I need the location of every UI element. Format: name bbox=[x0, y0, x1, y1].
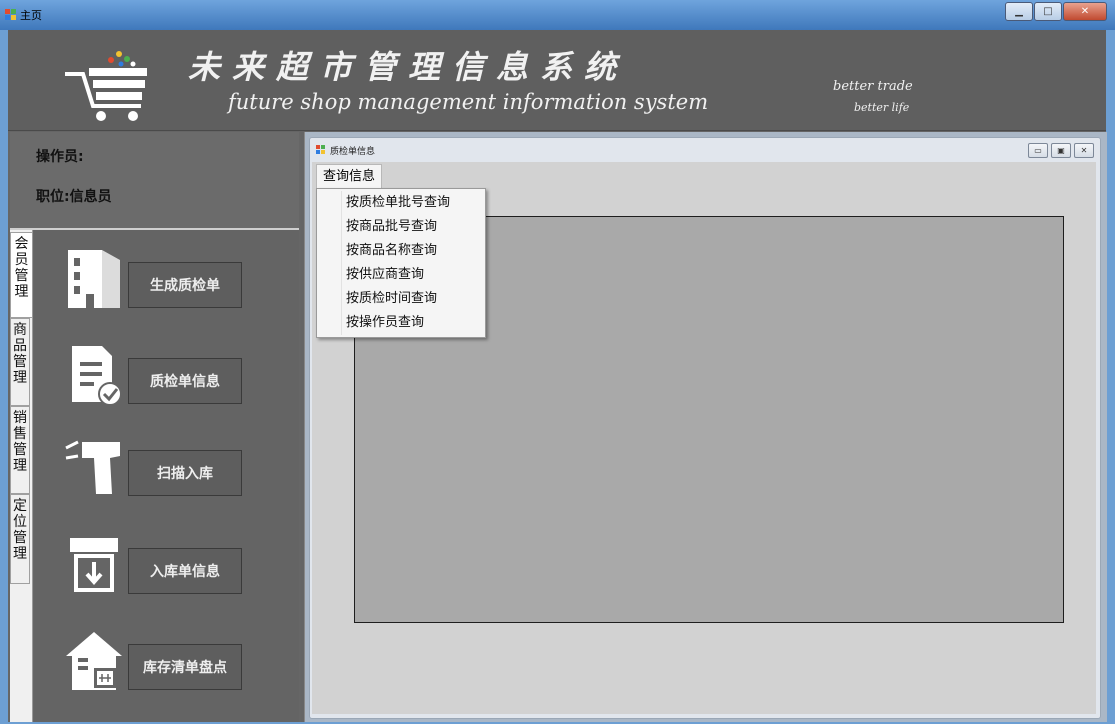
main-client: 未来超市管理信息系统 future shop management inform… bbox=[8, 30, 1107, 722]
header-banner: 未来超市管理信息系统 future shop management inform… bbox=[8, 30, 1106, 131]
tab-product-management[interactable]: 商品管理 bbox=[10, 318, 30, 406]
system-title-en: future shop management information syste… bbox=[228, 90, 709, 114]
close-button[interactable]: ✕ bbox=[1063, 2, 1107, 21]
left-panel: 操作员: 职位:信息员 会员管理 商品管理 销售管理 定位管理 生成质检单 质检… bbox=[8, 132, 301, 722]
tab-member-management[interactable]: 会员管理 bbox=[10, 232, 32, 318]
nav-item-inventory-check: 库存清单盘点 bbox=[64, 624, 284, 704]
nav-item-qc-info: 质检单信息 bbox=[64, 338, 284, 418]
maximize-button[interactable]: □ bbox=[1034, 2, 1062, 21]
minimize-button[interactable]: ▁ bbox=[1005, 2, 1033, 21]
tab-location-management[interactable]: 定位管理 bbox=[10, 494, 30, 584]
child-window: 质检单信息 ▭ ▣ ✕ 查询信息 按质检单批号查询 按商品批号查询 按商品名称查… bbox=[309, 137, 1101, 719]
app-icon bbox=[5, 9, 17, 20]
menu-item-by-product-batch[interactable]: 按商品批号查询 bbox=[317, 215, 485, 239]
shopping-cart-icon bbox=[65, 51, 147, 121]
qc-info-button[interactable]: 质检单信息 bbox=[128, 358, 242, 404]
scan-stock-in-button[interactable]: 扫描入库 bbox=[128, 450, 242, 496]
operator-name-label: 操作员: bbox=[36, 149, 84, 165]
nav-item-generate-qc: 生成质检单 bbox=[64, 242, 284, 322]
slogan-line-1: better trade bbox=[833, 79, 913, 94]
menu-item-by-qc-batch[interactable]: 按质检单批号查询 bbox=[317, 191, 485, 215]
building-icon bbox=[68, 250, 120, 308]
menu-item-by-product-name[interactable]: 按商品名称查询 bbox=[317, 239, 485, 263]
nav-item-scan-stock-in: 扫描入库 bbox=[64, 430, 284, 510]
scanner-icon bbox=[65, 440, 120, 494]
system-title-cn: 未来超市管理信息系统 bbox=[188, 48, 629, 86]
child-titlebar: 质检单信息 ▭ ▣ ✕ bbox=[310, 138, 1100, 160]
child-restore-button[interactable]: ▣ bbox=[1051, 143, 1071, 158]
document-check-icon bbox=[72, 346, 122, 406]
warehouse-icon bbox=[66, 632, 122, 690]
menu-item-by-qc-time[interactable]: 按质检时间查询 bbox=[317, 287, 485, 311]
window-title: 主页 bbox=[20, 9, 42, 22]
stock-in-info-button[interactable]: 入库单信息 bbox=[128, 548, 242, 594]
slogan-line-2: better life bbox=[854, 101, 910, 114]
inventory-check-button[interactable]: 库存清单盘点 bbox=[128, 644, 242, 690]
generate-qc-button[interactable]: 生成质检单 bbox=[128, 262, 242, 308]
operator-panel: 操作员: 职位:信息员 bbox=[10, 132, 299, 230]
side-tab-strip: 会员管理 商品管理 销售管理 定位管理 bbox=[10, 230, 33, 722]
menu-item-by-supplier[interactable]: 按供应商查询 bbox=[317, 263, 485, 287]
nav-button-panel: 生成质检单 质检单信息 扫描入库 入库单信息 库存清单盘点 bbox=[34, 230, 299, 722]
child-client-area: 查询信息 按质检单批号查询 按商品批号查询 按商品名称查询 按供应商查询 按质检… bbox=[312, 162, 1096, 714]
tab-sales-management[interactable]: 销售管理 bbox=[10, 406, 30, 494]
child-minimize-button[interactable]: ▭ bbox=[1028, 143, 1048, 158]
menu-query-info[interactable]: 查询信息 bbox=[316, 164, 383, 191]
child-window-title: 质检单信息 bbox=[330, 147, 376, 157]
menu-item-by-operator[interactable]: 按操作员查询 bbox=[317, 311, 485, 335]
child-app-icon bbox=[316, 145, 326, 154]
nav-item-stock-in-info: 入库单信息 bbox=[64, 528, 284, 608]
inbox-download-icon bbox=[70, 538, 118, 592]
mdi-area: 质检单信息 ▭ ▣ ✕ 查询信息 按质检单批号查询 按商品批号查询 按商品名称查… bbox=[304, 132, 1107, 722]
child-close-button[interactable]: ✕ bbox=[1074, 143, 1094, 158]
window-titlebar: 主页 ▁ □ ✕ bbox=[0, 0, 1115, 30]
operator-position-label: 职位:信息员 bbox=[36, 189, 112, 205]
child-menubar: 查询信息 bbox=[312, 162, 1096, 191]
query-dropdown-menu: 按质检单批号查询 按商品批号查询 按商品名称查询 按供应商查询 按质检时间查询 … bbox=[316, 188, 486, 338]
